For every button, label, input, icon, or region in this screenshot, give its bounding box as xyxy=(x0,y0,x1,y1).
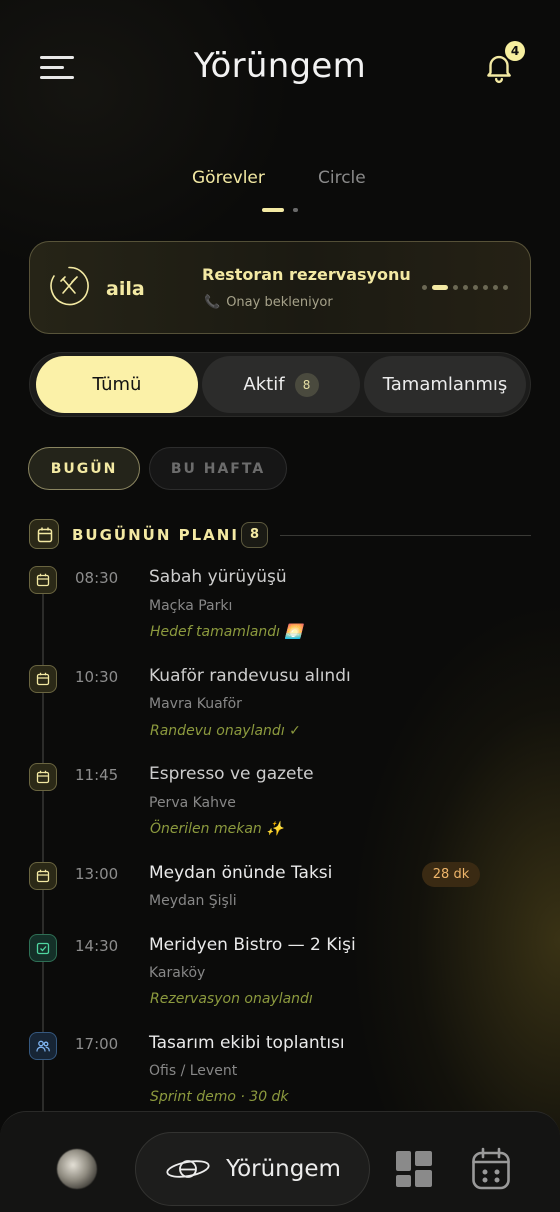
item-title[interactable]: Meydan önünde Taksi xyxy=(149,863,332,883)
active-count-badge: 8 xyxy=(294,372,319,397)
fork-knife-icon xyxy=(50,266,89,306)
tab-gorevler[interactable]: Görevler xyxy=(192,168,265,188)
item-title[interactable]: Meridyen Bistro — 2 Kişi xyxy=(149,935,356,955)
banner-brand: aila xyxy=(106,278,145,300)
banner-title: Restoran rezervasyonu xyxy=(202,265,411,284)
page-indicator-active xyxy=(262,208,284,212)
section-title: BUGÜNÜN PLANI xyxy=(72,526,239,544)
item-time: 17:00 xyxy=(75,1035,119,1053)
item-subtitle: Maçka Parkı xyxy=(149,598,233,614)
item-title[interactable]: Kuaför randevusu alındı xyxy=(149,666,351,686)
item-note: Önerilen mekan ✨ xyxy=(150,821,284,837)
page-indicator xyxy=(293,208,298,212)
checkbox-icon xyxy=(29,934,57,962)
center-nav-button[interactable]: Yörüngem xyxy=(135,1132,370,1206)
orbit-planet-icon xyxy=(166,1160,210,1178)
filter-all-button[interactable]: Tümü xyxy=(36,356,198,413)
app-title: Yörüngem xyxy=(193,46,367,86)
banner-status-text: Onay bekleniyor xyxy=(226,295,333,310)
item-note: Sprint demo · 30 dk xyxy=(150,1089,289,1105)
section-calendar-icon xyxy=(29,519,59,549)
calendar-icon xyxy=(29,763,57,791)
item-note: Rezervasyon onaylandı xyxy=(150,991,313,1007)
tab-circle[interactable]: Circle xyxy=(318,168,366,188)
item-subtitle: Karaköy xyxy=(149,965,206,981)
item-time: 14:30 xyxy=(75,937,119,955)
item-title[interactable]: Tasarım ekibi toplantısı xyxy=(149,1033,345,1053)
filter-active-button[interactable]: Aktif 8 xyxy=(202,356,360,413)
duration-badge: 28 dk xyxy=(422,862,480,887)
item-time: 08:30 xyxy=(75,569,119,587)
section-count-badge: 8 xyxy=(241,522,268,548)
phone-icon: 📞 xyxy=(204,295,221,310)
calendar-icon xyxy=(29,665,57,693)
chip-this-week[interactable]: BU HAFTA xyxy=(149,447,287,490)
item-title[interactable]: Sabah yürüyüşü xyxy=(149,567,287,587)
section-divider xyxy=(280,535,531,536)
item-subtitle: Mavra Kuaför xyxy=(149,696,242,712)
calendar-icon[interactable] xyxy=(471,1147,511,1191)
banner-pagination xyxy=(422,284,508,290)
avatar[interactable] xyxy=(57,1149,97,1189)
item-subtitle: Meydan Şişli xyxy=(149,893,237,909)
center-nav-label: Yörüngem xyxy=(226,1156,341,1182)
item-time: 11:45 xyxy=(75,766,119,784)
item-subtitle: Perva Kahve xyxy=(149,795,236,811)
item-time: 10:30 xyxy=(75,668,119,686)
calendar-icon xyxy=(29,566,57,594)
calendar-icon xyxy=(29,862,57,890)
chip-today[interactable]: BUGÜN xyxy=(28,447,140,490)
item-subtitle: Ofis / Levent xyxy=(149,1063,238,1079)
item-time: 13:00 xyxy=(75,865,119,883)
grid-icon[interactable] xyxy=(395,1150,433,1188)
item-title[interactable]: Espresso ve gazete xyxy=(149,764,314,784)
people-icon xyxy=(29,1032,57,1060)
filter-completed-button[interactable]: Tamamlanmış xyxy=(364,356,526,413)
item-note: Randevu onaylandı ✓ xyxy=(150,723,301,739)
item-note: Hedef tamamlandı 🌅 xyxy=(150,624,302,640)
banner-status: 📞 Onay bekleniyor xyxy=(204,295,333,310)
notification-badge: 4 xyxy=(505,41,525,61)
